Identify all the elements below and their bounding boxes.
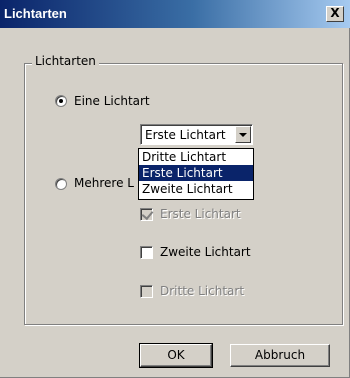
- combobox-value: Erste Lichtart: [145, 128, 226, 142]
- close-icon: X: [330, 6, 340, 20]
- combobox-dropdown-button[interactable]: [235, 126, 251, 143]
- checkbox-zweite-lichtart-label[interactable]: Zweite Lichtart: [160, 245, 251, 259]
- light-type-combobox[interactable]: Erste Lichtart: [140, 124, 253, 145]
- title-bar[interactable]: Lichtarten X: [0, 0, 350, 28]
- dropdown-option[interactable]: Dritte Lichtart: [139, 149, 253, 165]
- ok-button-label: OK: [167, 348, 185, 362]
- lichtarten-dialog: Lichtarten X Lichtarten Eine Lichtart Er…: [0, 0, 350, 378]
- checkbox-erste-lichtart-label: Erste Lichtart: [160, 207, 241, 221]
- radio-single-light-label[interactable]: Eine Lichtart: [74, 94, 150, 108]
- checkbox-dritte-lichtart: [140, 285, 153, 298]
- checkmark-icon: [141, 207, 154, 221]
- checkbox-dritte-lichtart-label: Dritte Lichtart: [160, 284, 245, 298]
- dropdown-option-selected[interactable]: Erste Lichtart: [139, 165, 253, 181]
- window-title: Lichtarten: [4, 6, 67, 21]
- close-button[interactable]: X: [326, 6, 344, 22]
- checkbox-zweite-lichtart[interactable]: [140, 246, 153, 259]
- radio-multiple-lights-label[interactable]: Mehrere L: [74, 176, 134, 190]
- cancel-button[interactable]: Abbruch: [230, 344, 330, 367]
- cancel-button-label: Abbruch: [254, 348, 306, 362]
- radio-single-light[interactable]: [55, 95, 67, 107]
- radio-multiple-lights[interactable]: [55, 178, 67, 190]
- combobox-dropdown-list[interactable]: Dritte Lichtart Erste Lichtart Zweite Li…: [138, 148, 254, 200]
- ok-button[interactable]: OK: [139, 343, 213, 368]
- dropdown-option[interactable]: Zweite Lichtart: [139, 181, 253, 197]
- checkbox-erste-lichtart: [140, 207, 154, 221]
- groupbox-label: Lichtarten: [32, 54, 99, 68]
